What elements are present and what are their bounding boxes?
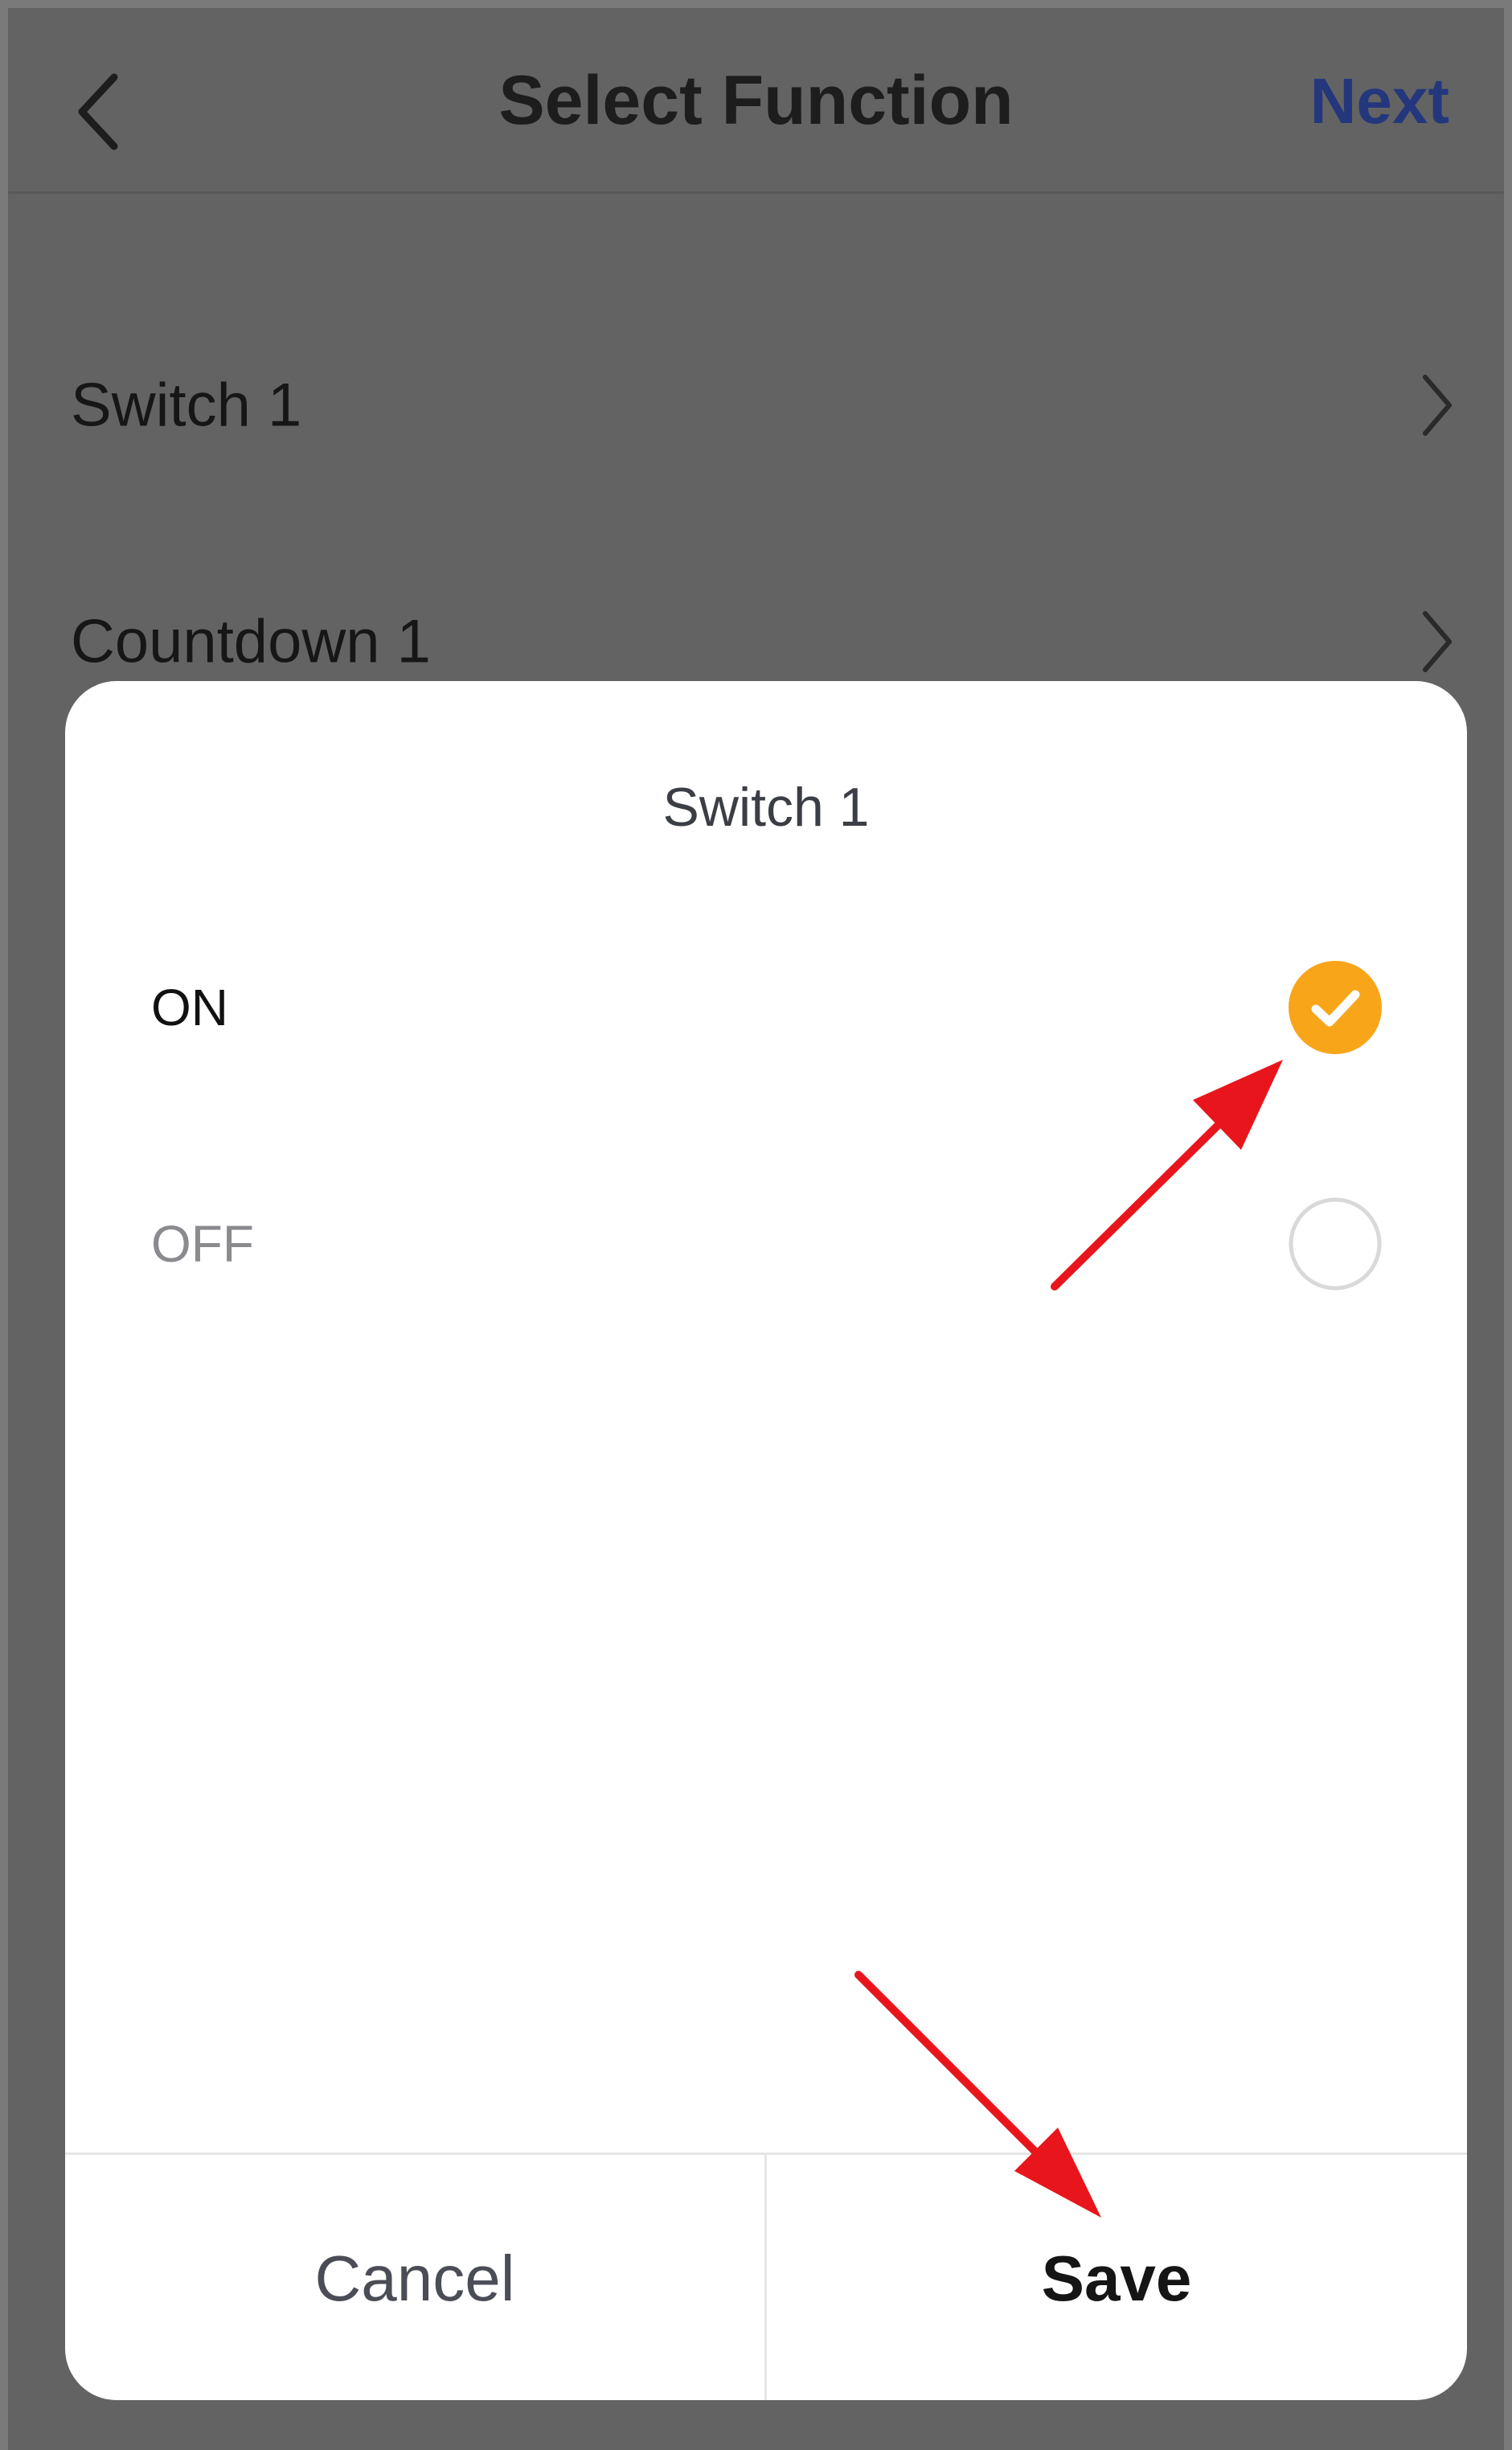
cancel-button[interactable]: Cancel <box>65 2155 764 2400</box>
app-header: Select Function Next <box>8 8 1504 194</box>
save-button[interactable]: Save <box>767 2155 1466 2400</box>
checkmark-circle-icon[interactable] <box>1287 959 1383 1056</box>
screen: Select Function Next Switch 1 Countdown … <box>8 8 1504 2450</box>
dialog-title: Switch 1 <box>662 777 870 838</box>
switch-dialog: Switch 1 ON OFF Cancel Save <box>65 681 1467 2400</box>
page-title: Select Function <box>498 62 1014 139</box>
empty-circle-icon[interactable] <box>1287 1196 1383 1292</box>
chevron-right-icon <box>1423 375 1452 436</box>
option-label: OFF <box>151 1215 254 1273</box>
function-row-label: Switch 1 <box>71 371 302 440</box>
function-row-switch-1[interactable]: Switch 1 <box>8 325 1504 486</box>
chevron-right-icon <box>1423 611 1452 672</box>
option-off[interactable]: OFF <box>65 1151 1467 1336</box>
option-on[interactable]: ON <box>65 915 1467 1100</box>
next-button[interactable]: Next <box>1310 64 1449 138</box>
function-row-label: Countdown 1 <box>71 607 431 676</box>
option-label: ON <box>151 979 228 1036</box>
dialog-footer: Cancel Save <box>65 2152 1467 2400</box>
